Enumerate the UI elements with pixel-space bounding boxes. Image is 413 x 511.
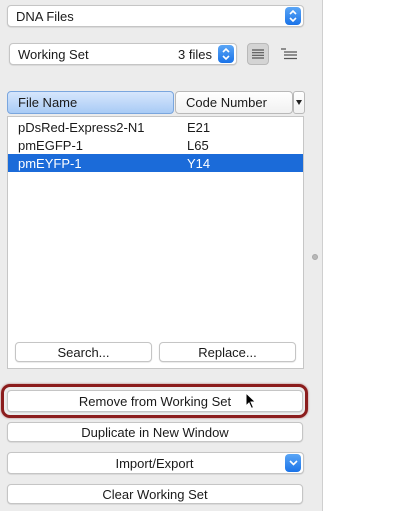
- file-table[interactable]: pDsRed-Express2-N1 E21 pmEGFP-1 L65 pmEY…: [7, 116, 304, 369]
- chevron-down-icon: [285, 454, 301, 472]
- table-row[interactable]: pDsRed-Express2-N1 E21: [8, 118, 303, 136]
- table-header: File Name Code Number: [7, 91, 305, 114]
- working-set-label: Working Set: [18, 46, 89, 62]
- outline-view-button[interactable]: [278, 43, 300, 65]
- list-view-icon: [252, 49, 264, 59]
- code-number-cell: L65: [187, 137, 209, 153]
- column-header-code-number[interactable]: Code Number: [175, 91, 293, 114]
- search-button-label: Search...: [57, 344, 110, 360]
- column-header-label: Code Number: [186, 95, 267, 110]
- column-header-label: File Name: [18, 95, 78, 110]
- table-row[interactable]: pmEGFP-1 L65: [8, 136, 303, 154]
- clear-working-set-button[interactable]: Clear Working Set: [7, 484, 303, 504]
- file-name-cell: pmEYFP-1: [18, 155, 82, 171]
- table-row-selected[interactable]: pmEYFP-1 Y14: [8, 154, 303, 172]
- working-set-popup[interactable]: Working Set 3 files: [9, 43, 237, 65]
- replace-button[interactable]: Replace...: [159, 342, 296, 362]
- split-view-handle[interactable]: [312, 254, 318, 260]
- file-count: 3 files: [178, 46, 212, 62]
- mouse-pointer-icon: [245, 392, 257, 410]
- code-number-cell: E21: [187, 119, 211, 135]
- import-export-popup[interactable]: Import/Export: [7, 452, 304, 474]
- file-type-popup[interactable]: DNA Files: [7, 5, 304, 27]
- working-set-panel: DNA Files Working Set 3 files File Name …: [0, 0, 323, 511]
- chevron-down-icon: [296, 100, 302, 105]
- content-pane: [324, 0, 413, 511]
- search-button[interactable]: Search...: [15, 342, 152, 362]
- file-type-label: DNA Files: [16, 8, 74, 24]
- popup-stepper-icon: [218, 45, 234, 63]
- file-name-cell: pDsRed-Express2-N1: [18, 119, 145, 135]
- replace-button-label: Replace...: [198, 344, 257, 360]
- import-export-label: Import/Export: [115, 455, 194, 471]
- file-name-cell: pmEGFP-1: [18, 137, 84, 153]
- column-menu-button[interactable]: [293, 91, 305, 114]
- duplicate-button-label: Duplicate in New Window: [81, 424, 229, 440]
- list-view-button[interactable]: [247, 43, 269, 65]
- clear-button-label: Clear Working Set: [102, 486, 208, 502]
- duplicate-in-new-window-button[interactable]: Duplicate in New Window: [7, 422, 303, 442]
- outline-view-icon: [281, 48, 297, 60]
- column-header-file-name[interactable]: File Name: [7, 91, 174, 114]
- highlight-ring: [1, 384, 308, 418]
- popup-stepper-icon: [285, 7, 301, 25]
- code-number-cell: Y14: [187, 155, 211, 171]
